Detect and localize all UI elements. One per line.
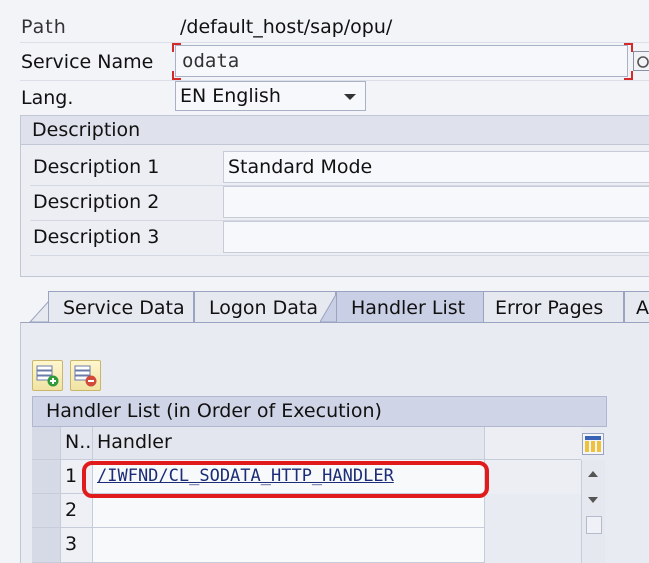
scroll-down-icon[interactable] <box>588 497 598 503</box>
handler-cell[interactable] <box>93 494 485 528</box>
scroll-thumb[interactable] <box>586 516 602 534</box>
row-number: 3 <box>61 528 93 563</box>
row-selector[interactable] <box>32 494 61 528</box>
row-number: 2 <box>61 494 93 528</box>
lang-label: Lang. <box>21 87 74 109</box>
tab-handler-list-label: Handler List <box>351 297 466 319</box>
required-marker <box>172 43 181 52</box>
required-marker <box>624 43 633 52</box>
tab-more-label: A <box>636 297 649 319</box>
tab-error-pages[interactable]: Error Pages <box>483 291 624 323</box>
description-1-label: Description 1 <box>33 156 160 178</box>
highlight-annotation <box>82 461 489 498</box>
delete-row-icon <box>74 365 97 387</box>
delete-row-button[interactable] <box>70 360 101 391</box>
lang-value: EN English <box>180 85 281 107</box>
column-header-filler <box>485 427 581 460</box>
description-group-title: Description <box>21 116 649 145</box>
description-2-input[interactable] <box>223 186 649 218</box>
tab-handler-list[interactable]: Handler List <box>336 291 484 323</box>
tab-logon-data[interactable]: Logon Data <box>194 291 336 323</box>
description-3-label: Description 3 <box>33 226 160 248</box>
chevron-down-icon <box>344 94 356 100</box>
search-help-icon[interactable] <box>633 51 649 71</box>
row-selector[interactable] <box>32 528 61 563</box>
select-all-cell[interactable] <box>32 427 61 460</box>
insert-row-icon <box>36 365 59 387</box>
tab-service-data-label: Service Data <box>63 297 185 319</box>
column-layout-icon[interactable] <box>582 433 604 455</box>
handler-cell[interactable] <box>93 528 485 563</box>
description-3-input[interactable] <box>223 221 649 253</box>
path-value: /default_host/sap/opu/ <box>180 16 393 38</box>
description-2-label: Description 2 <box>33 191 160 213</box>
handler-table-title: Handler List (in Order of Execution) <box>32 396 607 427</box>
lang-dropdown[interactable]: EN English <box>175 81 366 111</box>
row-selector[interactable] <box>32 460 61 494</box>
column-header-handler[interactable]: Handler <box>93 427 485 460</box>
tab-error-pages-label: Error Pages <box>495 297 604 319</box>
path-label: Path <box>21 16 67 38</box>
column-header-number[interactable]: N.. <box>61 427 93 460</box>
vertical-scrollbar[interactable] <box>581 460 605 563</box>
description-1-value: Standard Mode <box>228 156 373 178</box>
description-1-input[interactable]: Standard Mode <box>223 151 649 183</box>
insert-row-button[interactable] <box>32 360 63 391</box>
scroll-up-icon[interactable] <box>588 471 598 477</box>
service-name-input[interactable]: odata <box>175 45 628 77</box>
tab-logon-data-label: Logon Data <box>209 297 319 319</box>
tab-service-data[interactable]: Service Data <box>48 291 194 323</box>
service-name-value: odata <box>182 50 240 72</box>
required-marker <box>172 71 181 80</box>
service-name-label: Service Name <box>21 51 154 73</box>
tab-more[interactable]: A <box>624 291 649 323</box>
row-filler <box>485 460 581 494</box>
required-marker <box>624 71 633 80</box>
